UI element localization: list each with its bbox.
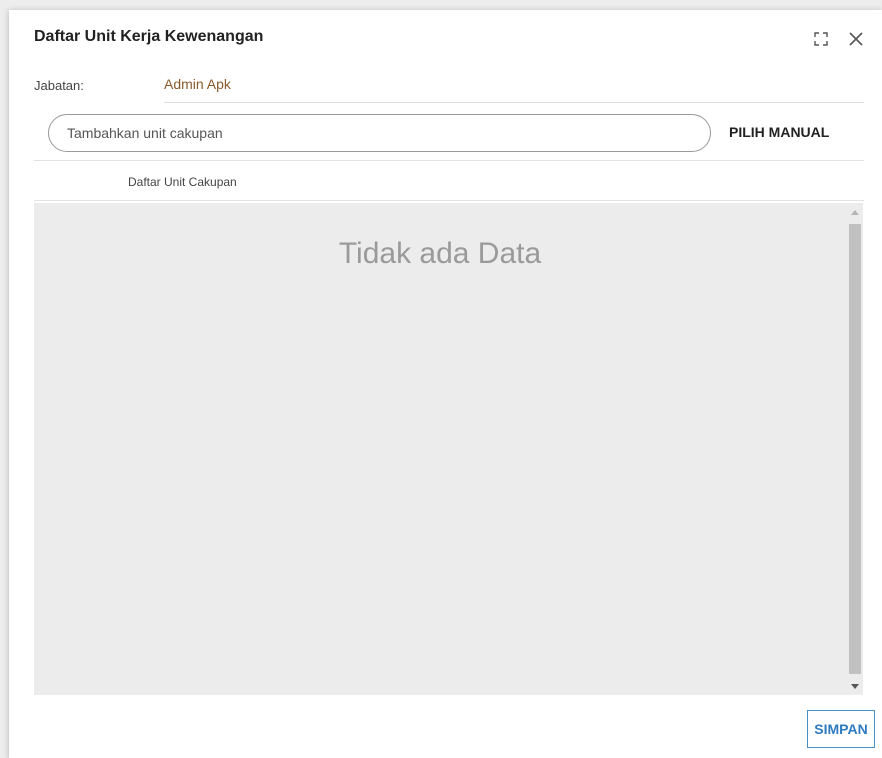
unit-kerja-dialog: Daftar Unit Kerja Kewenangan Jabatan: Ad… <box>9 10 882 758</box>
empty-state-text: Tidak ada Data <box>338 237 542 270</box>
unit-list: Tidak ada Data <box>34 203 863 695</box>
scroll-down-arrow-icon[interactable] <box>846 678 863 695</box>
jabatan-label: Jabatan: <box>34 78 84 93</box>
close-icon[interactable] <box>845 28 867 50</box>
unit-search-input[interactable] <box>48 114 711 152</box>
save-button[interactable]: SIMPAN <box>807 710 875 748</box>
pilih-manual-button[interactable]: PILIH MANUAL <box>723 122 835 142</box>
list-column-header: Daftar Unit Cakupan <box>128 175 237 189</box>
divider <box>34 160 864 161</box>
list-scrollbar[interactable] <box>846 203 863 695</box>
scroll-up-arrow-icon[interactable] <box>846 203 863 220</box>
expand-icon[interactable] <box>810 28 832 50</box>
dialog-title: Daftar Unit Kerja Kewenangan <box>34 28 264 45</box>
divider <box>34 200 864 201</box>
jabatan-value: Admin Apk <box>164 76 231 92</box>
scrollbar-thumb[interactable] <box>849 224 861 674</box>
divider <box>164 102 864 103</box>
